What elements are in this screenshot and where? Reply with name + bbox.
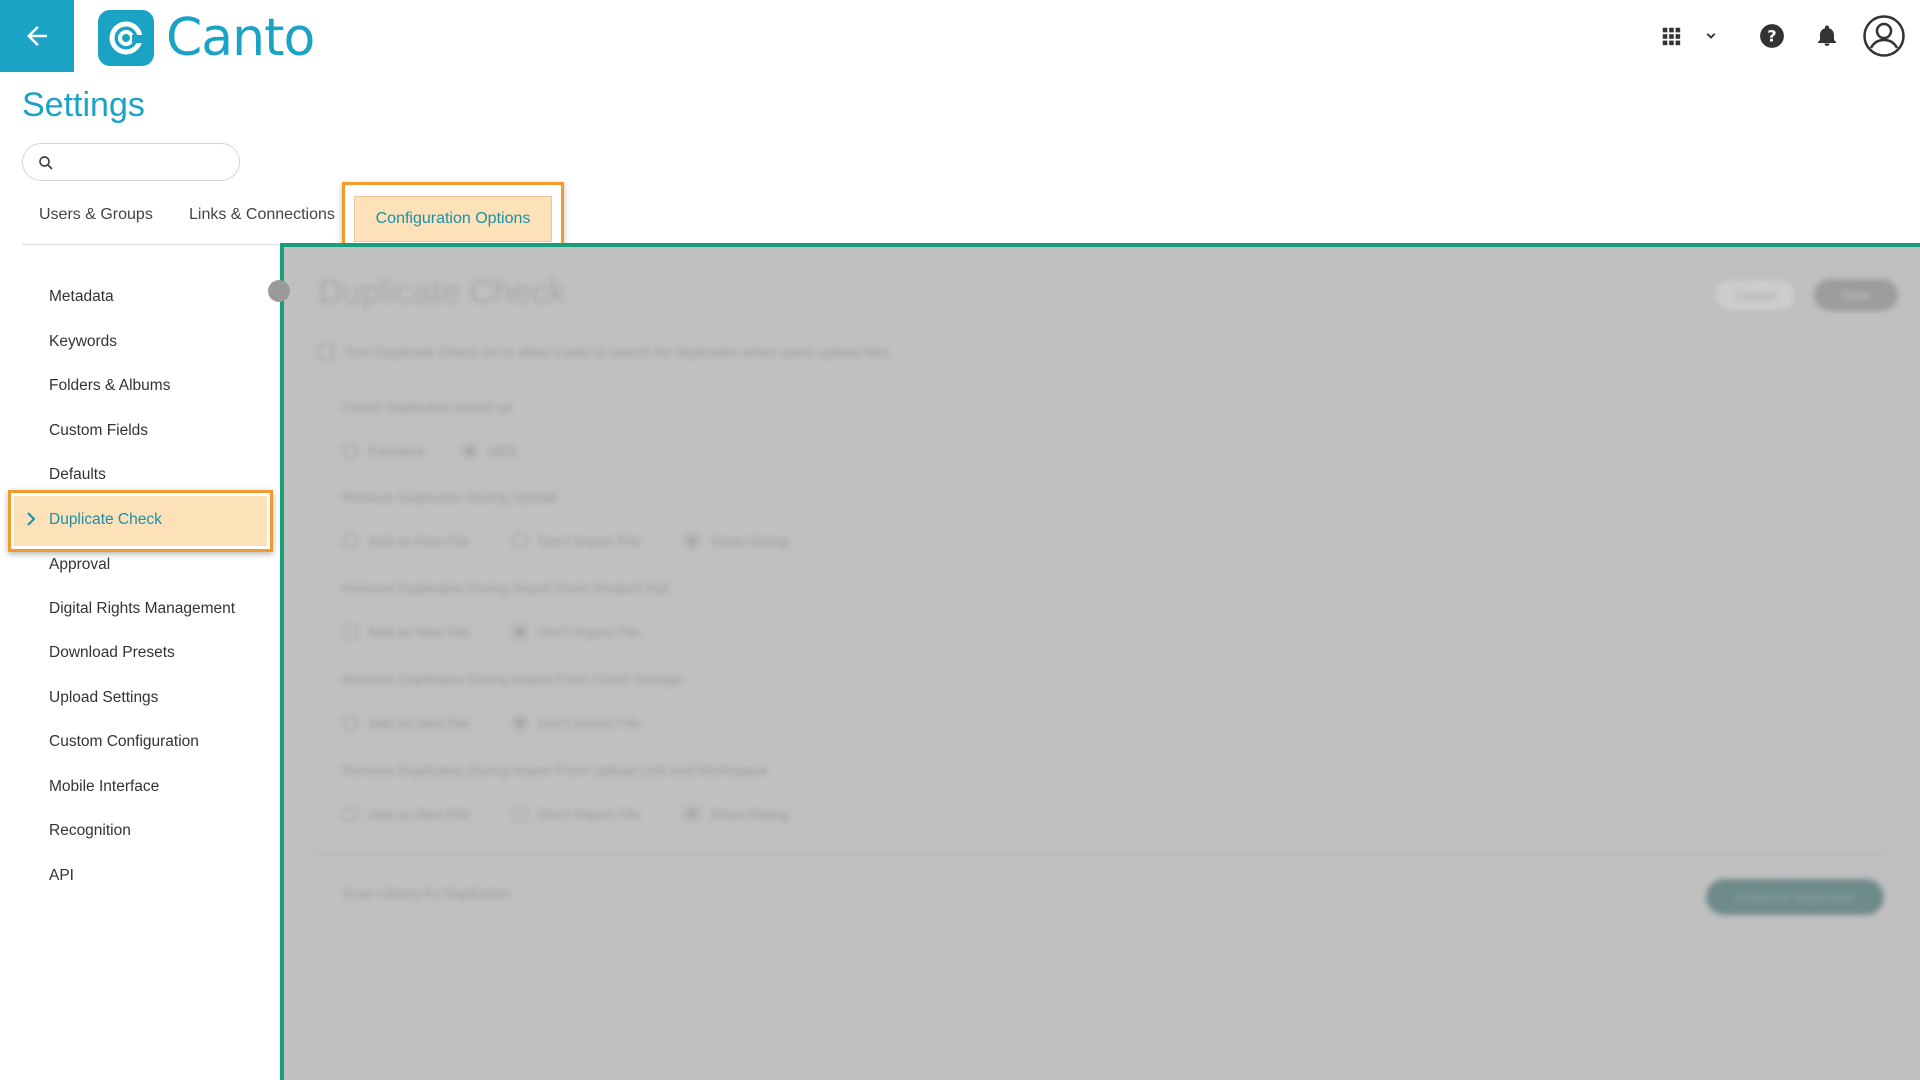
radio-label: Filename xyxy=(368,443,426,459)
chevron-down-icon[interactable] xyxy=(1700,16,1722,56)
search-icon xyxy=(39,156,53,170)
radio-label: Add as New File xyxy=(368,715,470,731)
back-button[interactable] xyxy=(0,0,74,72)
section-divider xyxy=(312,854,1892,855)
logo-wordmark: Canto xyxy=(166,8,315,68)
radio-add-as-new-file[interactable] xyxy=(342,624,358,640)
canto-logo[interactable]: Canto xyxy=(98,8,315,68)
radio-label: Don't Import File xyxy=(538,533,641,549)
sidebar-item-duplicate-check[interactable]: Duplicate Check xyxy=(14,496,267,546)
sidebar-item-api[interactable]: API xyxy=(49,867,74,885)
radio-show-dialog[interactable] xyxy=(684,806,700,822)
enable-duplicate-check-text: Turn Duplicate Check on to allow Canto t… xyxy=(344,344,889,360)
radio-dont-import-file[interactable] xyxy=(512,806,528,822)
enable-duplicate-check-checkbox[interactable] xyxy=(318,344,334,360)
page-title: Settings xyxy=(22,86,145,124)
sidebar-item-metadata[interactable]: Metadata xyxy=(49,288,114,306)
sidebar-item-upload-settings[interactable]: Upload Settings xyxy=(49,689,158,707)
sidebar-item-approval[interactable]: Approval xyxy=(49,556,110,574)
apps-grid-icon[interactable] xyxy=(1656,16,1686,56)
sidebar-item-recognition[interactable]: Recognition xyxy=(49,822,131,840)
sidebar-item-download-presets[interactable]: Download Presets xyxy=(49,644,175,662)
canto-c-icon xyxy=(109,21,144,55)
sidebar-item-keywords[interactable]: Keywords xyxy=(49,333,117,351)
radio-add-as-new-file[interactable] xyxy=(342,533,358,549)
radio-label: Show Dialog xyxy=(710,533,789,549)
chevron-right-icon xyxy=(27,512,36,526)
tab-links-connections[interactable]: Links & Connections xyxy=(189,206,335,236)
scan-library-label: Scan Library for Duplicates xyxy=(342,885,511,901)
radio-filename[interactable] xyxy=(342,443,358,459)
sidebar-item-defaults[interactable]: Defaults xyxy=(49,466,106,484)
canto-logo-mark xyxy=(98,10,154,66)
section-label: Check Duplicates based on xyxy=(342,399,513,415)
radio-add-as-new-file[interactable] xyxy=(342,715,358,731)
content-title: Duplicate Check xyxy=(318,273,566,311)
radio-label: Show Dialog xyxy=(710,806,789,822)
radio-label: MD5 xyxy=(488,443,518,459)
tab-configuration-options-label: Configuration Options xyxy=(375,210,531,227)
radio-label: Add as New File xyxy=(368,624,470,640)
radio-add-as-new-file[interactable] xyxy=(342,806,358,822)
sidebar-collapse-handle[interactable] xyxy=(268,280,290,302)
sidebar-item-label: Duplicate Check xyxy=(49,511,162,528)
bell-icon[interactable] xyxy=(1813,16,1841,56)
search-input[interactable] xyxy=(63,150,231,174)
radio-dont-import-file[interactable] xyxy=(512,624,528,640)
radio-label: Don't Import File xyxy=(538,806,641,822)
radio-label: Add as New File xyxy=(368,806,470,822)
tab-users-groups[interactable]: Users & Groups xyxy=(39,206,153,236)
section-label: Remove Duplicates During Import From Upl… xyxy=(342,762,768,778)
radio-show-dialog[interactable] xyxy=(684,533,700,549)
sidebar-item-digital-rights-management[interactable]: Digital Rights Management xyxy=(49,600,235,618)
section-label: Remove Duplicates During Import From Pro… xyxy=(342,580,671,596)
duplicate-check-panel: Duplicate Check Cancel Save Turn Duplica… xyxy=(280,243,1920,1080)
search-box[interactable] xyxy=(22,143,240,181)
svg-text:?: ? xyxy=(1767,26,1776,45)
radio-dont-import-file[interactable] xyxy=(512,715,528,731)
radio-label: Add as New File xyxy=(368,533,470,549)
cancel-button[interactable]: Cancel xyxy=(1714,279,1796,311)
radio-md5[interactable] xyxy=(462,443,478,459)
save-button[interactable]: Save xyxy=(1814,279,1898,311)
help-icon[interactable]: ? xyxy=(1757,16,1787,56)
radio-label: Don't Import File xyxy=(538,715,641,731)
sidebar-item-folders-albums[interactable]: Folders & Albums xyxy=(49,377,170,395)
sidebar-item-custom-configuration[interactable]: Custom Configuration xyxy=(49,733,199,751)
section-label: Remove Duplicates During Upload xyxy=(342,489,557,505)
radio-label: Don't Import File xyxy=(538,624,641,640)
check-for-duplicates-button[interactable]: Check for Duplicates xyxy=(1706,879,1884,915)
account-icon[interactable] xyxy=(1862,14,1906,58)
sidebar-item-mobile-interface[interactable]: Mobile Interface xyxy=(49,778,159,796)
arrow-left-icon xyxy=(27,26,47,46)
radio-dont-import-file[interactable] xyxy=(512,533,528,549)
sidebar-item-custom-fields[interactable]: Custom Fields xyxy=(49,422,148,440)
tab-configuration-options[interactable]: Configuration Options xyxy=(354,196,552,242)
section-label: Remove Duplicates During Import From Clo… xyxy=(342,671,683,687)
